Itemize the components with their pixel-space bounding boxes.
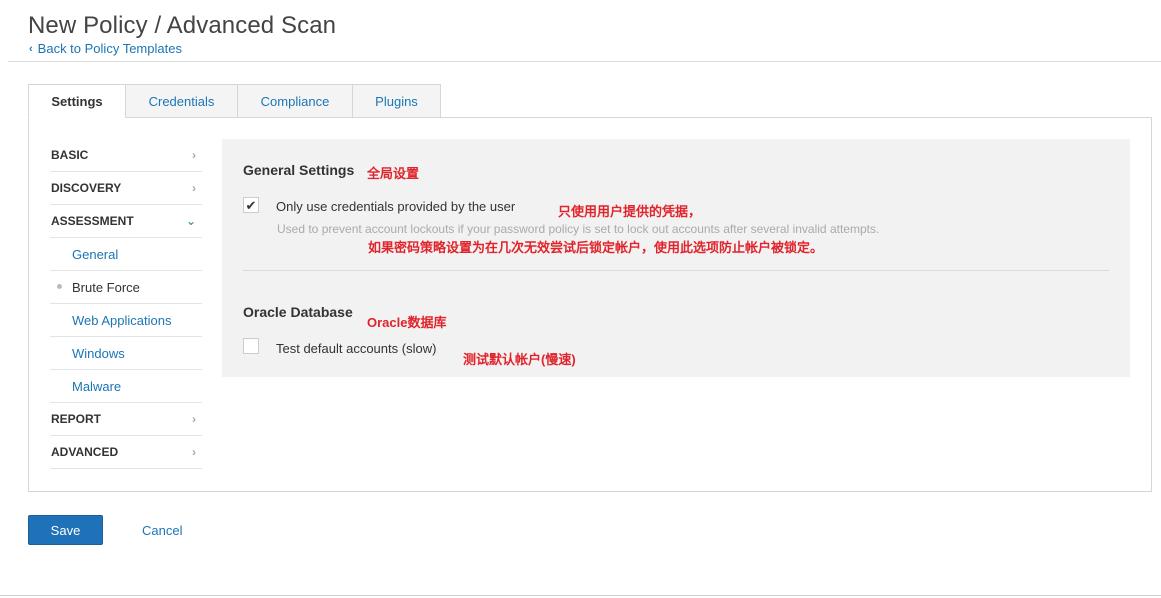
checkmark-icon: ✔ <box>245 197 257 213</box>
test-default-accounts-annotation: 测试默认帐户(慢速) <box>463 352 576 367</box>
general-settings-title: General Settings <box>243 162 355 178</box>
tab-credentials[interactable]: Credentials <box>125 84 238 117</box>
tab-compliance[interactable]: Compliance <box>237 84 353 117</box>
tab-settings[interactable]: Settings <box>28 84 126 118</box>
sidebar-sub-malware[interactable]: Malware <box>50 370 202 403</box>
chevron-left-icon: ‹ <box>29 42 33 55</box>
save-button[interactable]: Save <box>28 515 103 545</box>
only-user-credentials-help-annotation: 如果密码策略设置为在几次无效尝试后锁定帐户，使用此选项防止帐户被锁定。 <box>368 240 824 255</box>
only-user-credentials-label: Only use credentials provided by the use… <box>276 199 516 214</box>
chevron-down-icon: ⌄ <box>185 214 196 228</box>
section-divider <box>243 270 1109 271</box>
tab-bar: Settings Credentials Compliance Plugins <box>28 84 441 118</box>
sidebar-item-label: REPORT <box>51 412 102 426</box>
sidebar-sub-general[interactable]: General <box>50 238 202 271</box>
sidebar-item-label: ADVANCED <box>51 445 119 459</box>
test-default-accounts-label: Test default accounts (slow) <box>276 341 437 356</box>
page-title: New Policy / Advanced Scan <box>28 12 337 39</box>
general-settings-annotation: 全局设置 <box>367 166 420 181</box>
settings-sidebar: BASIC › DISCOVERY › ASSESSMENT ⌄ General… <box>50 139 202 469</box>
back-to-templates-link[interactable]: ‹ Back to Policy Templates <box>29 41 182 56</box>
sidebar-sub-label: Brute Force <box>72 279 140 295</box>
oracle-database-title: Oracle Database <box>243 304 353 320</box>
only-user-credentials-help: Used to prevent account lockouts if your… <box>277 222 880 236</box>
sidebar-item-report[interactable]: REPORT › <box>50 403 202 436</box>
sidebar-item-discovery[interactable]: DISCOVERY › <box>50 172 202 205</box>
current-item-dot-icon <box>57 284 62 289</box>
test-default-accounts-checkbox[interactable] <box>243 338 259 354</box>
cancel-link[interactable]: Cancel <box>142 523 182 538</box>
back-link-label: Back to Policy Templates <box>37 41 182 56</box>
sidebar-item-basic[interactable]: BASIC › <box>50 139 202 172</box>
sidebar-item-label: BASIC <box>51 148 89 162</box>
sidebar-item-label: DISCOVERY <box>51 181 122 195</box>
only-user-credentials-checkbox[interactable]: ✔ <box>243 197 259 213</box>
sidebar-sub-web-applications[interactable]: Web Applications <box>50 304 202 337</box>
sidebar-item-advanced[interactable]: ADVANCED › <box>50 436 202 469</box>
sidebar-sub-brute-force[interactable]: Brute Force <box>50 271 202 304</box>
sidebar-sub-windows[interactable]: Windows <box>50 337 202 370</box>
only-user-credentials-annotation: 只使用用户提供的凭据， <box>558 204 702 219</box>
chevron-right-icon: › <box>192 181 196 195</box>
chevron-right-icon: › <box>192 445 196 459</box>
chevron-right-icon: › <box>192 148 196 162</box>
oracle-database-annotation: Oracle数据库 <box>367 315 447 330</box>
header-divider <box>8 61 1161 62</box>
tab-plugins[interactable]: Plugins <box>352 84 441 117</box>
bottom-divider <box>0 595 1161 596</box>
sidebar-item-label: ASSESSMENT <box>51 214 134 228</box>
sidebar-item-assessment[interactable]: ASSESSMENT ⌄ <box>50 205 202 238</box>
chevron-right-icon: › <box>192 412 196 426</box>
